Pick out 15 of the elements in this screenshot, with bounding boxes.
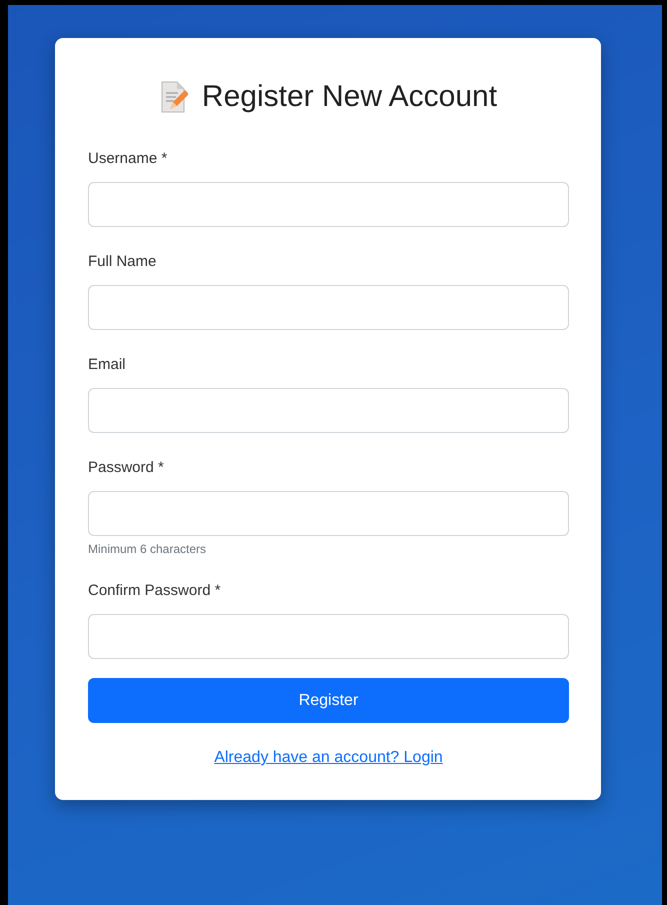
field-label: Email [88,355,127,375]
field-label: Password * [88,458,165,478]
field-label: Full Name [88,252,158,272]
field-label: Username * [88,149,168,169]
register-button[interactable]: Register [88,678,569,723]
memo-pencil-icon [160,81,188,113]
input-field[interactable] [88,182,569,227]
login-link[interactable]: Already have an account? Login [214,749,443,766]
field-hint: Minimum 6 characters [88,542,208,556]
input-field[interactable] [88,614,569,659]
input-field[interactable] [88,491,569,536]
input-field[interactable] [88,285,569,330]
form-title: Register New Account [202,80,498,114]
input-field[interactable] [88,388,569,433]
field-label: Confirm Password * [88,581,222,601]
